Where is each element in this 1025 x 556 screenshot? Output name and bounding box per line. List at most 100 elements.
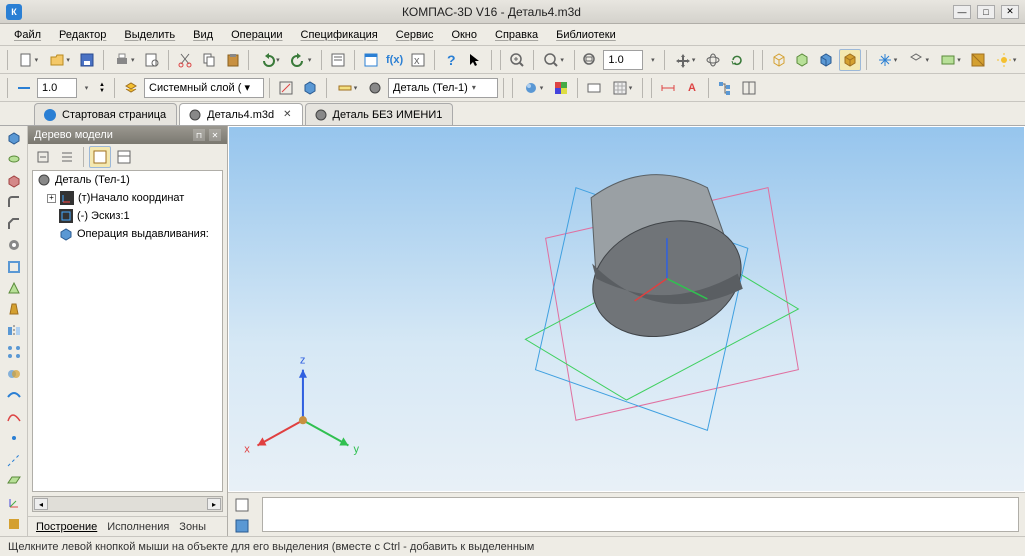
menu-window[interactable]: Окно bbox=[443, 27, 485, 43]
rib-tool[interactable] bbox=[3, 278, 25, 297]
expand-button[interactable]: + bbox=[47, 194, 56, 203]
body-icon-button[interactable] bbox=[364, 77, 386, 99]
scale-input[interactable] bbox=[37, 78, 77, 98]
menu-editor[interactable]: Редактор bbox=[51, 27, 114, 43]
properties-button[interactable] bbox=[327, 49, 349, 71]
fillet-tool[interactable] bbox=[3, 192, 25, 211]
pattern-tool[interactable] bbox=[3, 343, 25, 362]
new-doc-button[interactable]: ▾ bbox=[13, 49, 43, 71]
menu-service[interactable]: Сервис bbox=[388, 27, 442, 43]
model-tree[interactable]: Деталь (Тел-1) + (т)Начало координат (-)… bbox=[32, 170, 223, 492]
minimize-button[interactable]: — bbox=[953, 5, 971, 19]
panel-pin-button[interactable]: ⊓ bbox=[193, 129, 205, 141]
axis-tool[interactable] bbox=[3, 450, 25, 469]
close-window-button[interactable]: ✕ bbox=[1001, 5, 1019, 19]
property-area[interactable] bbox=[262, 497, 1019, 532]
3d-viewport[interactable]: z y x bbox=[228, 126, 1025, 492]
tree-root[interactable]: Деталь (Тел-1) bbox=[33, 171, 222, 189]
split-view-button[interactable] bbox=[738, 77, 760, 99]
close-tab-button[interactable]: ✕ bbox=[283, 109, 291, 120]
extrude-tool[interactable] bbox=[3, 128, 25, 147]
texture-button[interactable]: ▾ bbox=[607, 77, 637, 99]
measure-button[interactable]: ▾ bbox=[332, 77, 362, 99]
open-button[interactable]: ▾ bbox=[45, 49, 75, 71]
ortho-button[interactable]: ▾ bbox=[872, 49, 902, 71]
save-button[interactable] bbox=[77, 49, 99, 71]
ptab-exec[interactable]: Исполнения bbox=[107, 521, 169, 533]
menu-libraries[interactable]: Библиотеки bbox=[548, 27, 624, 43]
fx-button[interactable]: f(x) bbox=[384, 49, 406, 71]
undo-button[interactable]: ▾ bbox=[254, 49, 284, 71]
help-button[interactable]: ? bbox=[440, 49, 462, 71]
surface-tool[interactable] bbox=[3, 386, 25, 405]
line-style-button[interactable] bbox=[13, 77, 35, 99]
menu-file[interactable]: Файл bbox=[6, 27, 49, 43]
body-combo[interactable]: Деталь (Тел-1)▾ bbox=[388, 78, 498, 98]
layer-combo[interactable]: Системный слой ( ▾ bbox=[144, 78, 264, 98]
decal-button[interactable] bbox=[583, 77, 605, 99]
redo-button[interactable]: ▾ bbox=[286, 49, 316, 71]
paste-button[interactable] bbox=[222, 49, 244, 71]
section-button[interactable] bbox=[967, 49, 989, 71]
iso-button[interactable]: ▾ bbox=[904, 49, 934, 71]
annotate-text-button[interactable]: А bbox=[681, 77, 703, 99]
tree-hscroll[interactable]: ◂ ▸ bbox=[32, 496, 223, 512]
scroll-left-button[interactable]: ◂ bbox=[34, 498, 48, 510]
sketch-button[interactable] bbox=[275, 77, 297, 99]
zoom-in-button[interactable] bbox=[506, 49, 528, 71]
pan-button[interactable]: ▾ bbox=[670, 49, 700, 71]
boolean-tool[interactable] bbox=[3, 364, 25, 383]
curve-tool[interactable] bbox=[3, 407, 25, 426]
preview-button[interactable] bbox=[141, 49, 163, 71]
csys-tool[interactable] bbox=[3, 493, 25, 512]
maximize-button[interactable]: □ bbox=[977, 5, 995, 19]
tree-mode1[interactable] bbox=[56, 146, 78, 168]
tree-node-sketch[interactable]: (-) Эскиз:1 bbox=[33, 207, 222, 225]
refresh-view-button[interactable] bbox=[726, 49, 748, 71]
shell-tool[interactable] bbox=[3, 257, 25, 276]
draft-tool[interactable] bbox=[3, 300, 25, 319]
hole-tool[interactable] bbox=[3, 235, 25, 254]
spec-button[interactable] bbox=[360, 49, 382, 71]
menu-spec[interactable]: Спецификация bbox=[293, 27, 386, 43]
revolve-tool[interactable] bbox=[3, 149, 25, 168]
sheet-tool[interactable] bbox=[3, 514, 25, 533]
tab-detail4[interactable]: Деталь4.m3d ✕ bbox=[179, 103, 302, 125]
prop-cancel-button[interactable] bbox=[231, 517, 253, 537]
cube-shaded-button[interactable] bbox=[815, 49, 837, 71]
prop-apply-button[interactable] bbox=[231, 495, 253, 515]
ptab-zones[interactable]: Зоны bbox=[179, 521, 206, 533]
ptab-build[interactable]: Построение bbox=[36, 521, 97, 533]
menu-operations[interactable]: Операции bbox=[223, 27, 290, 43]
tree-mode3[interactable] bbox=[113, 146, 135, 168]
cursor-button[interactable] bbox=[464, 49, 486, 71]
tree-toggle-button[interactable] bbox=[714, 77, 736, 99]
panel-close-button[interactable]: ✕ bbox=[209, 129, 221, 141]
tab-unnamed[interactable]: Деталь БЕЗ ИМЕНИ1 bbox=[305, 103, 454, 125]
rotate-view-button[interactable] bbox=[702, 49, 724, 71]
mirror-tool[interactable] bbox=[3, 321, 25, 340]
tree-expand-all[interactable] bbox=[32, 146, 54, 168]
zoom-value-input[interactable] bbox=[603, 50, 643, 70]
model-button[interactable] bbox=[299, 77, 321, 99]
scale-stepper[interactable]: ▲▼ bbox=[95, 77, 109, 99]
tree-node-extrude[interactable]: Операция выдавливания: bbox=[33, 225, 222, 243]
cut-button[interactable] bbox=[174, 49, 196, 71]
tab-start-page[interactable]: Стартовая страница bbox=[34, 103, 177, 125]
print-button[interactable]: ▾ bbox=[109, 49, 139, 71]
chamfer-tool[interactable] bbox=[3, 214, 25, 233]
tree-mode2[interactable] bbox=[89, 146, 111, 168]
cube-wireframe-button[interactable] bbox=[768, 49, 790, 71]
point-tool[interactable] bbox=[3, 429, 25, 448]
menu-select[interactable]: Выделить bbox=[116, 27, 183, 43]
render-options-button[interactable]: ▾ bbox=[991, 49, 1021, 71]
layers-button[interactable] bbox=[120, 77, 142, 99]
zoom-fit-button[interactable]: ▾ bbox=[539, 49, 569, 71]
scroll-right-button[interactable]: ▸ bbox=[207, 498, 221, 510]
tree-node-origin[interactable]: + (т)Начало координат bbox=[33, 189, 222, 207]
cube-render-button[interactable] bbox=[839, 49, 861, 71]
copy-button[interactable] bbox=[198, 49, 220, 71]
plane-create-tool[interactable] bbox=[3, 472, 25, 491]
color-button[interactable] bbox=[550, 77, 572, 99]
material-button[interactable]: ▾ bbox=[518, 77, 548, 99]
